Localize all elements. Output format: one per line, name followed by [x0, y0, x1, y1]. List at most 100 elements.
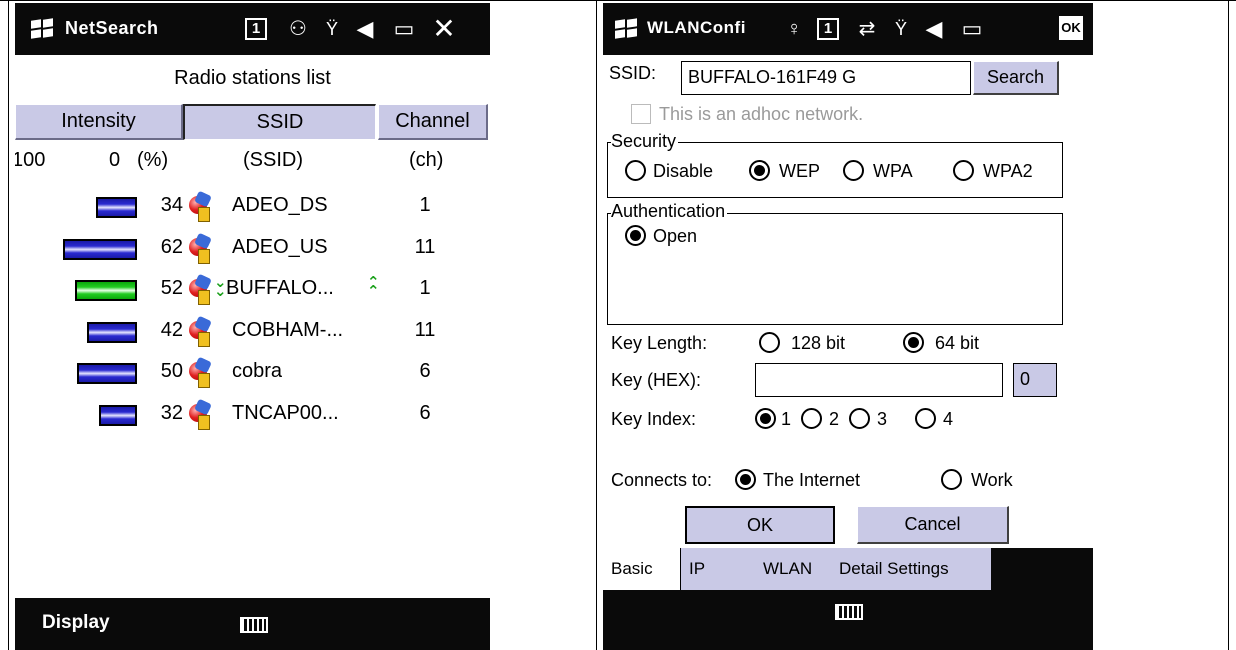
- key-index-option-2: 2: [829, 409, 840, 429]
- station-ssid: BUFFALO...: [226, 277, 334, 299]
- notification-icon[interactable]: 1: [245, 18, 267, 40]
- antenna-icon[interactable]: ♀: [783, 15, 805, 43]
- ssid-label: SSID:: [609, 63, 657, 83]
- cancel-button[interactable]: Cancel: [857, 506, 1009, 544]
- station-row[interactable]: 42 COBHAM-... 11: [15, 314, 490, 352]
- security-radio-wpa2[interactable]: [953, 160, 974, 181]
- station-channel: 6: [419, 401, 431, 424]
- access-point-icon: [186, 232, 213, 265]
- key-index-option-4: 4: [943, 409, 954, 429]
- display-menu-button[interactable]: Display: [42, 612, 110, 634]
- connects-option-work: Work: [971, 470, 1013, 490]
- key-index-radio-3[interactable]: [849, 408, 870, 429]
- ssid-input[interactable]: BUFFALO-161F49 G: [681, 61, 971, 95]
- column-header-intensity[interactable]: Intensity: [15, 104, 183, 140]
- key-hex-input[interactable]: [755, 363, 1003, 397]
- key-length-radio-64[interactable]: [903, 332, 924, 353]
- access-point-icon: [186, 273, 213, 306]
- ok-close-badge[interactable]: OK: [1059, 16, 1083, 40]
- frame-right-line: [1228, 0, 1229, 650]
- signal-percent: 32: [160, 401, 183, 424]
- unit-percent: (%): [137, 149, 169, 171]
- key-length-label: Key Length:: [611, 333, 708, 353]
- access-point-icon: [186, 190, 213, 223]
- key-index-radio-2[interactable]: [801, 408, 822, 429]
- battery-icon[interactable]: ▭: [387, 15, 421, 43]
- windows-flag-icon[interactable]: [613, 18, 639, 40]
- tab-basic[interactable]: Basic: [611, 559, 653, 579]
- speaker-icon[interactable]: ◀: [351, 15, 379, 43]
- station-ssid: ADEO_US: [232, 235, 328, 258]
- key-index-label: Key Index:: [611, 409, 697, 429]
- ok-button[interactable]: OK: [685, 506, 835, 544]
- station-row[interactable]: 32 TNCAP00... 6: [15, 397, 490, 435]
- security-radio-wep[interactable]: [749, 160, 770, 181]
- station-row[interactable]: 62 ADEO_US 11: [15, 231, 490, 269]
- station-ssid: COBHAM-...: [232, 318, 344, 341]
- wlanconfig-screen: WLANConfi ♀ 1 ⇄ Ÿ ◀ ▭ OK SSID: BUFFALO-1…: [603, 3, 1093, 650]
- adhoc-label: This is an adhoc network.: [659, 104, 864, 124]
- signal-percent: 52: [160, 277, 183, 299]
- tab-ip[interactable]: IP: [689, 559, 705, 579]
- wlanconfig-title-bar: WLANConfi ♀ 1 ⇄ Ÿ ◀ ▭ OK: [603, 3, 1093, 55]
- close-icon[interactable]: ✕: [429, 15, 459, 43]
- signal-icon[interactable]: Ÿ: [319, 15, 345, 43]
- keyboard-icon[interactable]: [240, 617, 268, 633]
- security-radio-wpa[interactable]: [843, 160, 864, 181]
- sync-icon[interactable]: ⇄: [853, 15, 881, 43]
- unit-channel: (ch): [409, 149, 444, 171]
- connects-option-internet: The Internet: [763, 470, 861, 490]
- windows-flag-icon[interactable]: [29, 18, 55, 40]
- key-index-option-3: 3: [877, 409, 888, 429]
- netsearch-menu-bar: Display: [15, 598, 490, 650]
- station-channel: 1: [419, 277, 431, 299]
- notification-icon[interactable]: 1: [817, 18, 839, 40]
- security-group-title: Security: [611, 131, 679, 152]
- signal-percent: 42: [160, 318, 183, 341]
- battery-icon[interactable]: ▭: [955, 15, 989, 43]
- tab-wlan[interactable]: WLAN: [763, 559, 812, 579]
- connects-radio-work[interactable]: [941, 469, 962, 490]
- app-title: WLANConfi: [647, 18, 746, 37]
- station-channel: 6: [419, 360, 431, 382]
- security-radio-disable[interactable]: [625, 160, 646, 181]
- key-hex-length-counter: 0: [1013, 363, 1057, 397]
- signal-strength-bar: [87, 321, 137, 343]
- adhoc-checkbox[interactable]: [631, 104, 651, 124]
- connects-radio-internet[interactable]: [735, 469, 756, 490]
- column-header-ssid[interactable]: SSID: [183, 104, 376, 140]
- signal-icon[interactable]: Ÿ: [889, 15, 913, 43]
- station-row[interactable]: 34 ADEO_DS 1: [15, 189, 490, 227]
- list-heading: Radio stations list: [174, 67, 331, 89]
- signal-percent: 50: [160, 360, 183, 382]
- search-button[interactable]: Search: [973, 61, 1059, 95]
- frame-left-line: [8, 0, 9, 650]
- speaker-icon[interactable]: ◀: [921, 15, 947, 43]
- scale-min: 0: [109, 149, 121, 171]
- column-header-channel[interactable]: Channel: [378, 104, 488, 140]
- tab-detail-settings[interactable]: Detail Settings: [839, 559, 949, 579]
- key-index-option-1: 1: [781, 409, 792, 429]
- connectivity-icon[interactable]: ⚇: [283, 15, 313, 43]
- keyboard-icon[interactable]: [835, 604, 863, 620]
- key-length-radio-128[interactable]: [759, 332, 780, 353]
- station-row[interactable]: 50 cobra 6: [15, 355, 490, 393]
- auth-radio-open[interactable]: [625, 225, 646, 246]
- security-option-wpa2: WPA2: [983, 161, 1033, 181]
- key-length-option-64: 64 bit: [935, 333, 980, 353]
- signal-strength-bar: [75, 280, 137, 301]
- connects-to-label: Connects to:: [611, 470, 713, 490]
- signal-percent: 34: [160, 194, 183, 216]
- security-option-disable: Disable: [653, 161, 714, 181]
- station-row[interactable]: 52 ⌄ ⌄ ⌃ ⌃ BUFFALO... 1: [15, 272, 490, 310]
- signal-strength-bar: [63, 238, 137, 260]
- key-index-radio-4[interactable]: [915, 408, 936, 429]
- security-option-wep: WEP: [779, 161, 821, 181]
- frame-top-line: [0, 0, 1236, 1]
- unit-ssid: (SSID): [243, 149, 303, 171]
- netsearch-screen: NetSearch 1 ⚇ Ÿ ◀ ▭ ✕ Radio stations lis…: [15, 3, 490, 650]
- key-index-radio-1[interactable]: [755, 408, 776, 429]
- station-ssid: cobra: [232, 360, 283, 382]
- signal-strength-bar: [99, 404, 137, 426]
- key-hex-label: Key (HEX):: [611, 370, 702, 390]
